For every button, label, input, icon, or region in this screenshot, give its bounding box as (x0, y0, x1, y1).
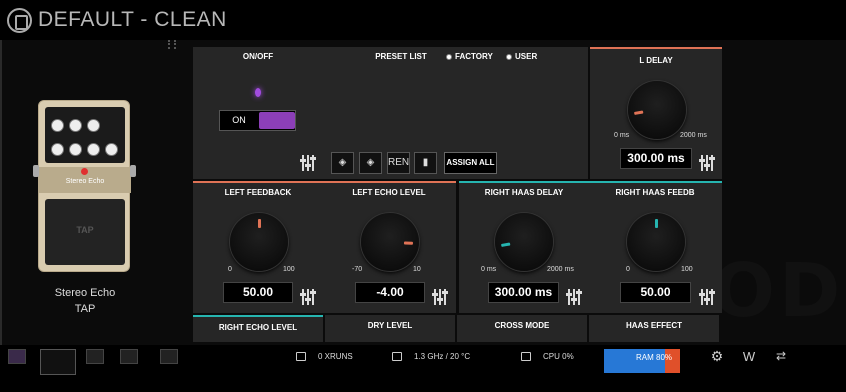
background-watermark: OD (712, 248, 845, 334)
pedal-knob-area (45, 107, 125, 163)
toggle-on-label: ON (232, 115, 246, 125)
pedalboard-title[interactable]: DEFAULT - CLEAN (38, 8, 227, 32)
save-preset-button[interactable]: ◈ (359, 152, 382, 174)
l-delay-max: 2000 ms (680, 132, 707, 139)
layers-plus-icon: ◈ (366, 157, 375, 168)
factory-label[interactable]: FACTORY (455, 52, 493, 61)
drag-handle-icon[interactable] (168, 40, 176, 49)
user-radio[interactable] (506, 54, 512, 60)
right-haas-delay-settings-icon[interactable] (566, 289, 583, 305)
l-delay-label: L DELAY (639, 56, 673, 65)
user-label[interactable]: USER (515, 52, 537, 61)
plugin-type: TAP (74, 303, 96, 315)
left-echo-level-knob[interactable] (361, 213, 419, 271)
left-feedback-max: 100 (283, 266, 295, 273)
pedal-knob (69, 119, 82, 132)
settings-gear-icon[interactable]: ⚙ (708, 349, 726, 364)
app-logo-icon[interactable] (7, 8, 32, 33)
banks-icon[interactable] (86, 349, 104, 364)
plugin-name-label: Stereo Echo TAP (30, 285, 140, 317)
right-haas-feedb-value[interactable]: 50.00 (620, 282, 691, 303)
cpu-freq-icon (392, 352, 402, 361)
sliders-icon[interactable] (300, 155, 317, 171)
left-echo-level-value[interactable]: -4.00 (355, 282, 425, 303)
delete-preset-button[interactable]: ▮ (414, 152, 437, 174)
right-haas-delay-label: RIGHT HAAS DELAY (484, 188, 564, 197)
pedal-knob (87, 143, 100, 156)
onoff-toggle[interactable]: ON (219, 110, 296, 131)
ram-text: RAM 80% (636, 353, 673, 362)
preset-list-label: PRESET LIST (375, 52, 427, 61)
tab-right-echo-level[interactable]: RIGHT ECHO LEVEL (193, 315, 323, 342)
left-echo-level-max: 10 (413, 266, 421, 273)
pedal-knob (51, 119, 64, 132)
cpu-freq-text: 1.3 GHz / 20 °C (414, 352, 471, 361)
pedal-knob (105, 143, 118, 156)
right-haas-delay-value[interactable]: 300.00 ms (488, 282, 559, 303)
left-feedback-value[interactable]: 50.00 (223, 282, 293, 303)
input-jack-icon[interactable] (33, 165, 39, 177)
right-haas-feedb-label: RIGHT HAAS FEEDB (615, 188, 695, 197)
cloud-icon[interactable] (160, 349, 178, 364)
factory-radio[interactable] (446, 54, 452, 60)
l-delay-settings-icon[interactable] (699, 155, 716, 171)
pedal-knob (51, 143, 64, 156)
load-preset-button[interactable]: ◈ (331, 152, 354, 174)
cpu-text: CPU 0% (543, 352, 574, 361)
l-delay-min: 0 ms (614, 132, 630, 139)
right-haas-delay-knob[interactable] (495, 213, 553, 271)
pedalboard-icon[interactable] (40, 349, 76, 375)
toggle-thumb (259, 112, 295, 129)
right-haas-feedb-max: 100 (681, 266, 693, 273)
right-haas-feedb-min: 0 (626, 266, 630, 273)
pedal-led (81, 168, 88, 175)
left-feedback-min: 0 (228, 266, 232, 273)
waves-icon[interactable]: W (740, 349, 758, 364)
transfer-icon[interactable]: ⇄ (772, 349, 790, 364)
cpu-icon (521, 352, 531, 361)
pedal-knob (87, 119, 100, 132)
left-echo-level-min: -70 (352, 266, 363, 273)
pedal-model-label: Stereo Echo (65, 178, 105, 185)
left-feedback-settings-icon[interactable] (300, 289, 317, 305)
plugin-name: Stereo Echo (54, 287, 116, 299)
rename-preset-button[interactable]: REN (387, 152, 410, 174)
left-feedback-label: LEFT FEEDBACK (224, 188, 292, 197)
plugins-icon[interactable] (8, 349, 26, 364)
right-haas-delay-min: 0 ms (481, 266, 497, 273)
presets-icon[interactable] (120, 349, 138, 364)
tab-dry-level[interactable]: DRY LEVEL (325, 315, 455, 342)
output-jack-icon[interactable] (130, 165, 136, 177)
trash-icon: ▮ (422, 157, 429, 168)
right-haas-feedb-settings-icon[interactable] (699, 289, 716, 305)
pedal-tap-label: TAP (76, 225, 94, 235)
tab-cross-mode[interactable]: CROSS MODE (457, 315, 587, 342)
left-feedback-knob[interactable] (230, 213, 288, 271)
right-haas-delay-max: 2000 ms (547, 266, 574, 273)
pedal-knob (69, 143, 82, 156)
onoff-led (255, 88, 261, 97)
header-bar: DEFAULT - CLEAN (0, 0, 846, 40)
pedal-stereo-echo[interactable]: Stereo Echo TAP (38, 100, 131, 272)
xruns-text: 0 XRUNS (318, 352, 353, 361)
layers-icon: ◈ (338, 157, 347, 168)
ram-meter: RAM 80% (604, 349, 680, 373)
left-echo-level-settings-icon[interactable] (432, 289, 449, 305)
tab-haas-effect[interactable]: HAAS EFFECT (589, 315, 719, 342)
assign-all-button[interactable]: ASSIGN ALL (444, 152, 497, 174)
l-delay-knob[interactable] (628, 81, 686, 139)
xruns-icon (296, 352, 306, 361)
left-echo-level-label: LEFT ECHO LEVEL (352, 188, 426, 197)
onoff-label: ON/OFF (242, 52, 274, 61)
right-haas-feedb-knob[interactable] (627, 213, 685, 271)
l-delay-value[interactable]: 300.00 ms (620, 148, 692, 169)
